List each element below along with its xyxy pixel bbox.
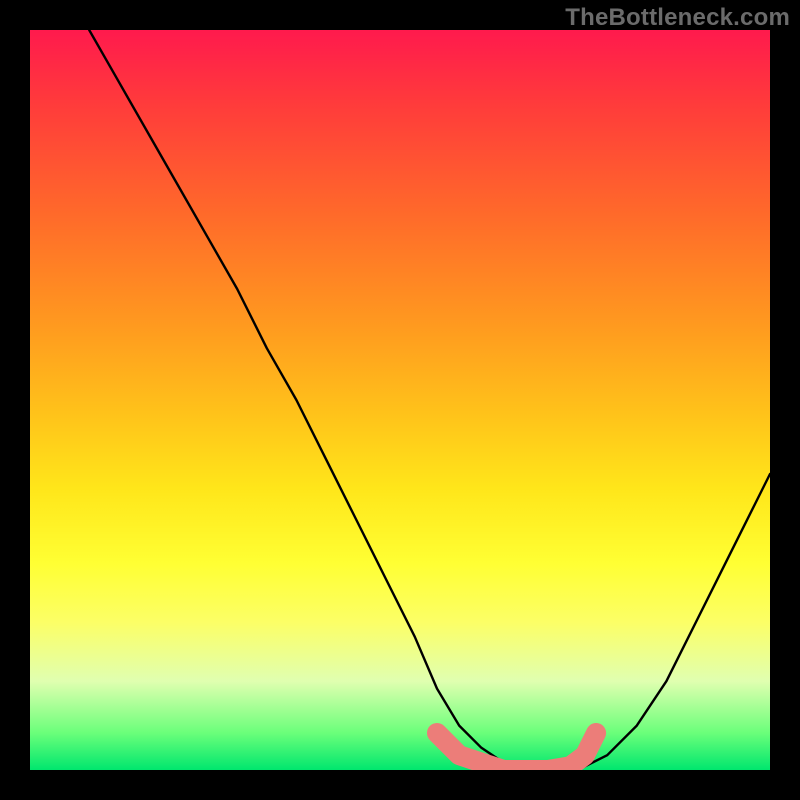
optimal-range-marker [437,733,596,770]
plot-area [30,30,770,770]
watermark-text: TheBottleneck.com [565,4,790,32]
chart-frame: TheBottleneck.com [0,0,800,800]
curve-overlay [30,30,770,770]
bottleneck-curve [89,30,770,770]
